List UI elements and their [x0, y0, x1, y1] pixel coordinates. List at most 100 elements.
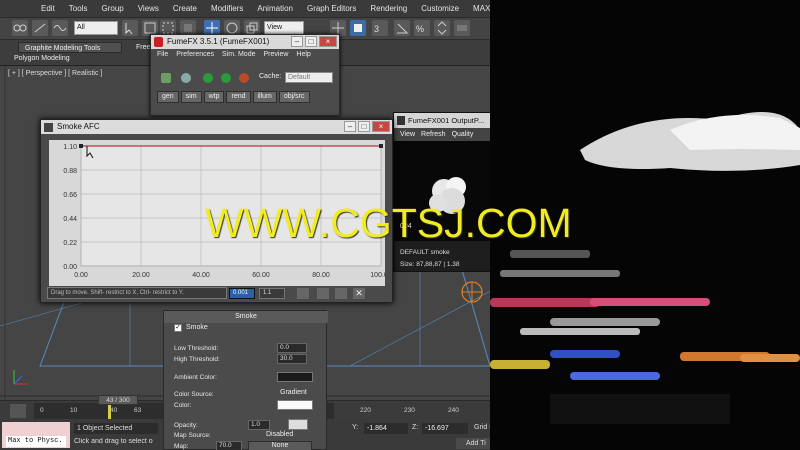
x-tick-label: 80.00: [312, 272, 330, 279]
menu-sim-mode[interactable]: Sim. Mode: [222, 51, 255, 58]
rend-button[interactable]: rend: [226, 91, 251, 103]
menu-preferences[interactable]: Preferences: [176, 51, 214, 58]
percent-snap-icon[interactable]: %: [414, 20, 430, 36]
smoke-checkbox[interactable]: ✓: [174, 324, 182, 332]
menu-preview[interactable]: Preview: [264, 51, 289, 58]
open-icon[interactable]: [161, 73, 171, 83]
timeline-tick-4: 220: [360, 407, 371, 414]
selection-filter-select[interactable]: All: [74, 21, 118, 35]
reference-coordinate-select[interactable]: View: [264, 21, 304, 35]
angle-snap-icon[interactable]: [394, 20, 410, 36]
map-source-value[interactable]: Disabled: [266, 431, 293, 438]
output-titlebar[interactable]: FumeFX001 OutputP...: [394, 113, 499, 128]
afc-x-field[interactable]: 0.001: [229, 288, 255, 299]
menu-modifiers[interactable]: Modifiers: [204, 4, 250, 13]
afc-maximize-button[interactable]: □: [358, 121, 370, 132]
select-manipulate-icon[interactable]: [350, 20, 366, 36]
fumefx-titlebar[interactable]: FumeFX 3.5.1 (FumeFX001) – □ ×: [151, 35, 339, 49]
afc-copy-icon[interactable]: [317, 288, 329, 299]
y-coord-field[interactable]: -1.864: [364, 423, 408, 434]
gen-button[interactable]: gen: [157, 91, 179, 103]
output-menu-refresh[interactable]: Refresh: [421, 128, 446, 141]
ribbon-panel-label: Polygon Modeling: [14, 55, 70, 62]
menu-customize[interactable]: Customize: [414, 4, 466, 13]
link-icon[interactable]: [12, 20, 28, 36]
menu-bar: Edit Tools Group Views Create Modifiers Animat…: [0, 0, 511, 18]
afc-window-icon: [44, 123, 53, 132]
afc-titlebar[interactable]: Smoke AFC – □ ×: [41, 120, 392, 134]
afc-close-button[interactable]: ×: [372, 121, 390, 132]
menu-group[interactable]: Group: [94, 4, 130, 13]
minimize-button[interactable]: –: [291, 36, 303, 47]
map-amount-field[interactable]: 70.0: [216, 441, 242, 450]
wtp-button[interactable]: wtp: [203, 91, 225, 103]
menu-graph-editors[interactable]: Graph Editors: [300, 4, 363, 13]
high-threshold-field[interactable]: 30.0: [277, 354, 307, 364]
smoke-rollout: Smoke ✓ Smoke Low Threshold: 0.0 High Th…: [163, 310, 328, 450]
continue-icon[interactable]: [221, 73, 231, 83]
bind-spacewarp-icon[interactable]: [52, 20, 68, 36]
map-label: Map:: [174, 443, 189, 450]
cache-select[interactable]: Default: [285, 72, 333, 83]
afc-minimize-button[interactable]: –: [344, 121, 356, 132]
settings-icon[interactable]: [181, 73, 191, 83]
maximize-button[interactable]: □: [305, 36, 317, 47]
color-label: Color:: [174, 402, 192, 409]
color-swatch[interactable]: [277, 400, 313, 410]
ambient-color-swatch[interactable]: [277, 372, 313, 382]
spinner-snap-icon[interactable]: [434, 20, 450, 36]
prompt-line: Click and drag to select o: [74, 438, 153, 445]
menu-rendering[interactable]: Rendering: [363, 4, 414, 13]
close-button[interactable]: ×: [319, 36, 337, 47]
menu-views[interactable]: Views: [131, 4, 166, 13]
y-coord-label: Y:: [352, 424, 359, 431]
maxscript-input[interactable]: Max to Physc.: [6, 436, 66, 447]
fumefx-logo-icon: [154, 37, 163, 47]
unlink-icon[interactable]: [32, 20, 48, 36]
timeline-tick-3: 63: [134, 407, 142, 414]
x-tick-label: 20.00: [132, 272, 150, 279]
smoke-rollout-header[interactable]: Smoke: [164, 311, 328, 323]
afc-y-field[interactable]: 1.1: [259, 288, 285, 299]
z-coord-field[interactable]: -16.697: [422, 423, 468, 434]
output-menu-view[interactable]: View: [400, 128, 415, 141]
menu-help[interactable]: Help: [296, 51, 310, 58]
menu-edit[interactable]: Edit: [34, 4, 62, 13]
menu-file[interactable]: File: [157, 51, 168, 58]
ambient-color-label: Ambient Color:: [174, 374, 217, 381]
x-tick-label: 40.00: [192, 272, 210, 279]
afc-delete-icon[interactable]: ✕: [353, 288, 365, 299]
output-preview-window: FumeFX001 OutputP... View Refresh Qualit…: [393, 112, 501, 272]
frame-indicator[interactable]: 43 / 300: [98, 395, 138, 405]
color-source-value[interactable]: Gradient: [280, 389, 307, 396]
obj-src-button[interactable]: obj/src: [278, 91, 310, 103]
opacity-field[interactable]: 1.0: [248, 420, 270, 430]
menu-create[interactable]: Create: [166, 4, 204, 13]
menu-tools[interactable]: Tools: [62, 4, 95, 13]
ribbon-tab-freeform[interactable]: Free: [130, 42, 150, 53]
y-tick-label: 0.88: [63, 168, 77, 175]
output-menu-quality[interactable]: Quality: [452, 128, 474, 141]
curve-point: [379, 144, 383, 148]
low-threshold-label: Low Threshold:: [174, 345, 219, 352]
ribbon-tab-graphite[interactable]: Graphite Modeling Tools: [18, 42, 122, 53]
sim-button[interactable]: sim: [180, 91, 202, 103]
watermark-text: WWW.CGTSJ.COM: [205, 200, 572, 246]
snaps-toggle-icon[interactable]: 3: [372, 20, 388, 36]
play-icon[interactable]: [203, 73, 213, 83]
low-threshold-field[interactable]: 0.0: [277, 343, 307, 353]
illum-button[interactable]: illum: [252, 91, 277, 103]
timeline-tick-2: 40: [110, 407, 118, 414]
stop-icon[interactable]: [239, 73, 249, 83]
viewport-label[interactable]: [ + ] [ Perspective ] [ Realistic ]: [8, 70, 102, 77]
afc-status-hint: Drag to move. Shift- restrict to X, Ctrl…: [47, 287, 227, 299]
menu-animation[interactable]: Animation: [250, 4, 300, 13]
map-none-button[interactable]: None: [248, 441, 312, 450]
time-config-icon[interactable]: [10, 404, 26, 418]
afc-link-icon[interactable]: [297, 288, 309, 299]
opacity-curve-icon[interactable]: [288, 419, 308, 430]
select-object-icon[interactable]: [122, 20, 138, 36]
afc-paste-icon[interactable]: [335, 288, 347, 299]
x-tick-label: 0.00: [74, 272, 88, 279]
named-selection-icon[interactable]: [454, 20, 470, 36]
